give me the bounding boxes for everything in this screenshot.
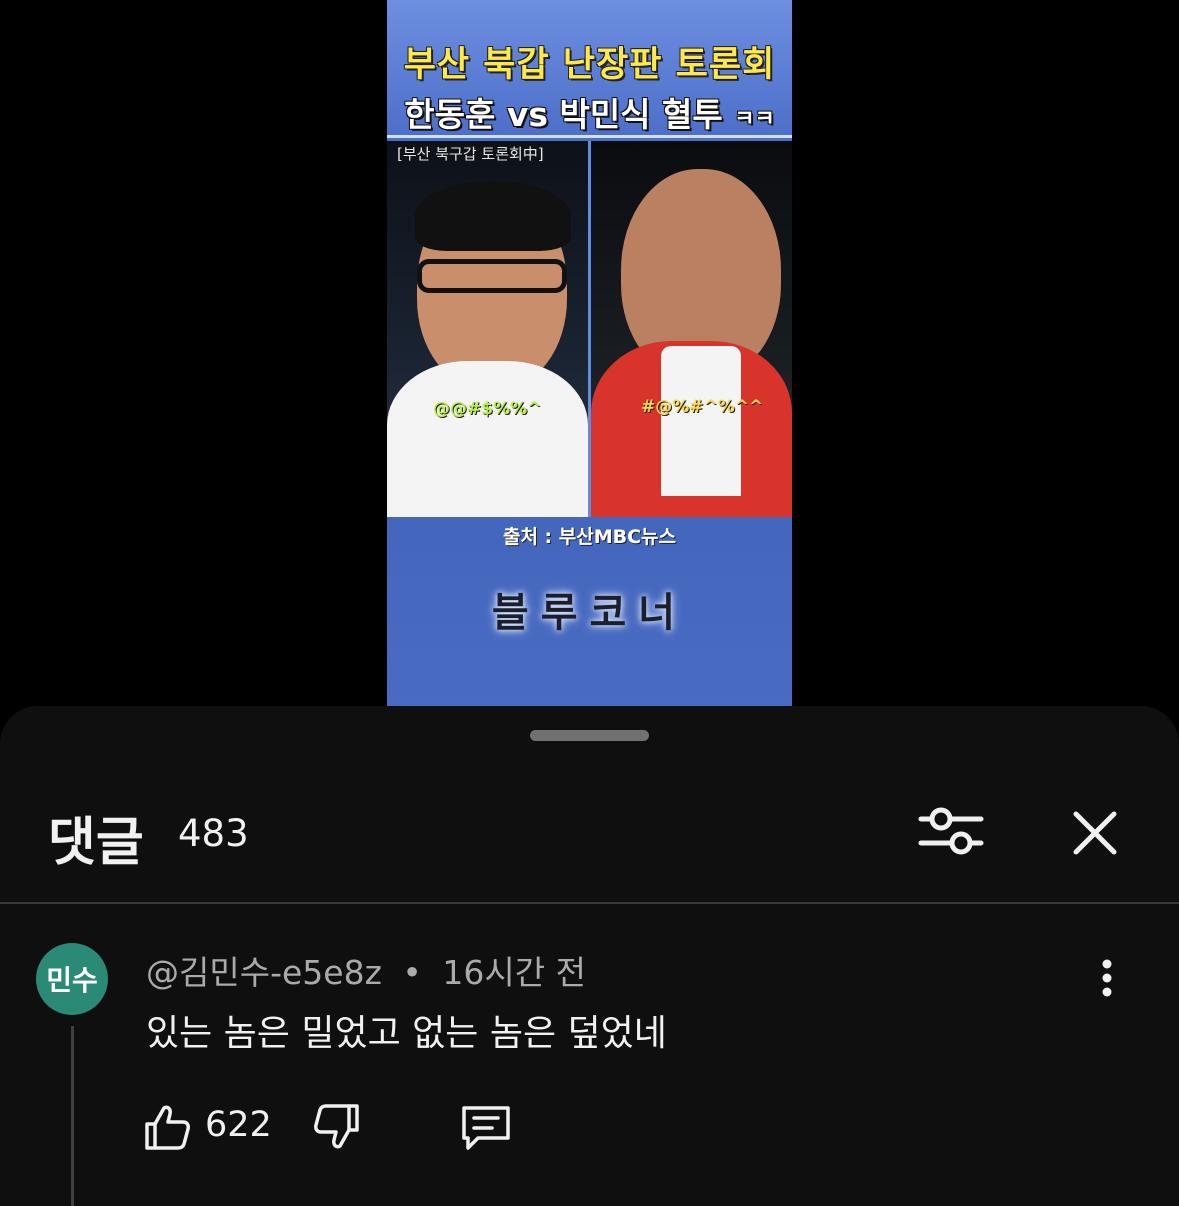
comment-time: 16시간 전	[442, 953, 586, 992]
speaker-left-hair	[415, 181, 571, 251]
sheet-drag-handle[interactable]	[530, 730, 649, 741]
video-panel-right: #@%#^%^^	[591, 141, 792, 517]
thumbs-up-icon	[145, 1105, 190, 1150]
dislike-button[interactable]	[312, 1102, 362, 1152]
speaker-left-body	[387, 361, 588, 517]
sort-filter-button[interactable]	[915, 801, 987, 861]
sheet-divider	[0, 902, 1179, 904]
video-title-line1: 부산 북갑 난장판 토론회	[403, 45, 776, 85]
sliders-icon	[918, 807, 984, 855]
channel-watermark: 블루코너	[491, 590, 688, 636]
comment-more-button[interactable]	[1090, 958, 1124, 998]
video-frame[interactable]: 부산 북갑 난장판 토론회 한동훈 vs 박민식 혈투 ㅋㅋ [부산 북구갑 토…	[387, 0, 792, 706]
meta-separator: •	[402, 953, 422, 992]
comment-author[interactable]: @김민수-e5e8z	[146, 953, 382, 992]
more-vertical-icon	[1102, 959, 1112, 997]
speaker-left-bubble: @@#$%%^	[433, 399, 542, 419]
speaker-left-glasses	[417, 259, 567, 293]
video-title-line2: 한동훈 vs 박민식 혈투 ㅋㅋ	[387, 88, 792, 136]
thread-line	[71, 1026, 74, 1206]
video-player[interactable]: 부산 북갑 난장판 토론회 한동훈 vs 박민식 혈투 ㅋㅋ [부산 북구갑 토…	[0, 0, 1179, 706]
thumbs-down-icon	[314, 1104, 359, 1149]
video-panel-left: [부산 북구갑 토론회中] @@#$%%^	[387, 141, 588, 517]
close-icon	[1073, 811, 1117, 855]
reply-button[interactable]	[458, 1102, 514, 1152]
comment-text: 있는 놈은 밀었고 없는 놈은 덮었네	[146, 1013, 667, 1054]
video-title-suffix: ㅋㅋ	[734, 107, 775, 132]
reply-icon	[462, 1106, 510, 1150]
video-title-main: 한동훈 vs 박민식 혈투	[404, 95, 723, 134]
video-title-banner: 부산 북갑 난장판 토론회 한동훈 vs 박민식 혈투 ㅋㅋ	[387, 0, 792, 138]
comments-title: 댓글	[48, 813, 144, 873]
comments-sheet: 댓글 483 민수 @김민수-e5e8z • 16시간 전 있는 놈은 밀었고 …	[0, 706, 1179, 1206]
video-source-credit: 출처 : 부산MBC뉴스	[502, 526, 677, 548]
like-count: 622	[205, 1105, 272, 1145]
avatar[interactable]: 민수	[36, 943, 108, 1015]
speaker-right-bubble: #@%#^%^^	[641, 397, 764, 417]
speaker-right-collar	[661, 346, 741, 496]
close-button[interactable]	[1066, 804, 1124, 862]
like-button[interactable]	[142, 1102, 192, 1152]
comment-meta: @김민수-e5e8z • 16시간 전	[146, 946, 586, 994]
video-caption-tag: [부산 북구갑 토론회中]	[397, 145, 544, 163]
comments-count: 483	[178, 812, 249, 855]
